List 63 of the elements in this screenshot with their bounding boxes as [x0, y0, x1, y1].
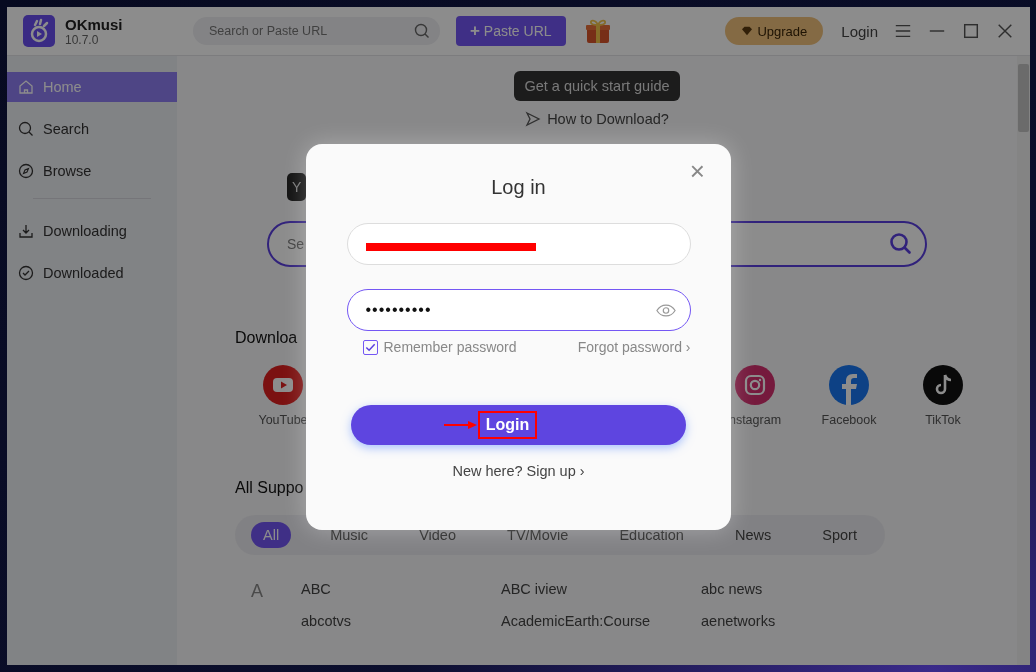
platform-label: Facebook [821, 413, 877, 427]
scrollbar-thumb[interactable] [1018, 64, 1029, 132]
search-icon[interactable] [889, 232, 913, 256]
sidebar-item[interactable]: Downloaded [7, 258, 177, 288]
download-icon [18, 223, 34, 239]
forgot-password-link[interactable]: Forgot password › [577, 339, 691, 355]
email-field[interactable] [346, 223, 691, 265]
category-tab[interactable]: News [722, 522, 784, 548]
facebook-icon[interactable] [829, 365, 869, 405]
eye-icon[interactable] [655, 303, 676, 317]
instagram-icon[interactable] [735, 365, 775, 405]
app-version: 10.7.0 [65, 32, 100, 47]
search-input[interactable]: Se [287, 236, 304, 252]
paste-url-button[interactable]: + Paste URL [456, 16, 566, 46]
section-heading: Downloa [235, 329, 298, 347]
diamond-icon [741, 26, 754, 36]
platform-label: YouTube [258, 413, 308, 427]
sign-up-link[interactable]: New here? Sign up › [452, 463, 585, 479]
search-icon [18, 121, 34, 137]
sidebar-item[interactable]: Search [7, 114, 177, 144]
sidebar-item[interactable]: Home [7, 72, 177, 102]
close-icon[interactable] [996, 22, 1014, 40]
annotation-arrow [443, 420, 478, 430]
tiktok-icon[interactable] [923, 365, 963, 405]
section-heading: All Suppo [235, 479, 304, 497]
upgrade-button[interactable]: Upgrade [725, 17, 824, 45]
platform-label: nstagram [728, 413, 782, 427]
sidebar-item[interactable]: Downloading [7, 216, 177, 246]
menu-icon[interactable] [894, 22, 912, 40]
site-link[interactable]: AcademicEarth:Course [501, 613, 701, 629]
compass-icon [18, 163, 34, 179]
site-link[interactable]: ABC iview [501, 581, 701, 597]
maximize-icon[interactable] [962, 22, 980, 40]
platform-label: TikTok [925, 413, 961, 427]
site-link[interactable]: aenetworks [701, 613, 901, 629]
sidebar-item[interactable]: Browse [7, 156, 177, 186]
password-field[interactable]: •••••••••• [346, 289, 691, 331]
how-to-download-link[interactable]: How to Download? [547, 111, 669, 127]
highlight-frame [477, 411, 538, 439]
paper-plane-icon [525, 111, 542, 127]
index-letter: A [251, 581, 264, 603]
youtube-icon[interactable] [263, 365, 303, 405]
dialog-title: Log in [491, 176, 546, 199]
login-button[interactable]: Login [351, 405, 686, 445]
gift-icon[interactable] [583, 17, 612, 45]
checkbox-label: Remember password [383, 339, 517, 355]
site-link[interactable]: abc news [701, 581, 901, 597]
login-link[interactable]: Login [841, 22, 878, 40]
app-name: OKmusi [65, 15, 124, 33]
home-icon [18, 79, 34, 95]
checkbox[interactable] [362, 339, 378, 355]
close-button[interactable]: × [689, 158, 705, 184]
tooltip: Y [287, 173, 307, 201]
app-logo-icon [23, 15, 55, 47]
category-tab[interactable]: All [251, 522, 292, 548]
check-icon [18, 265, 34, 281]
search-icon [414, 23, 430, 39]
site-link[interactable]: abcotvs [301, 613, 501, 629]
search-input[interactable]: Search or Paste URL [207, 23, 414, 39]
site-link[interactable]: ABC [301, 581, 501, 597]
category-tab[interactable]: Sport [810, 522, 869, 548]
search-field[interactable]: Search or Paste URL [193, 17, 440, 45]
tooltip: Get a quick start guide [514, 71, 680, 101]
